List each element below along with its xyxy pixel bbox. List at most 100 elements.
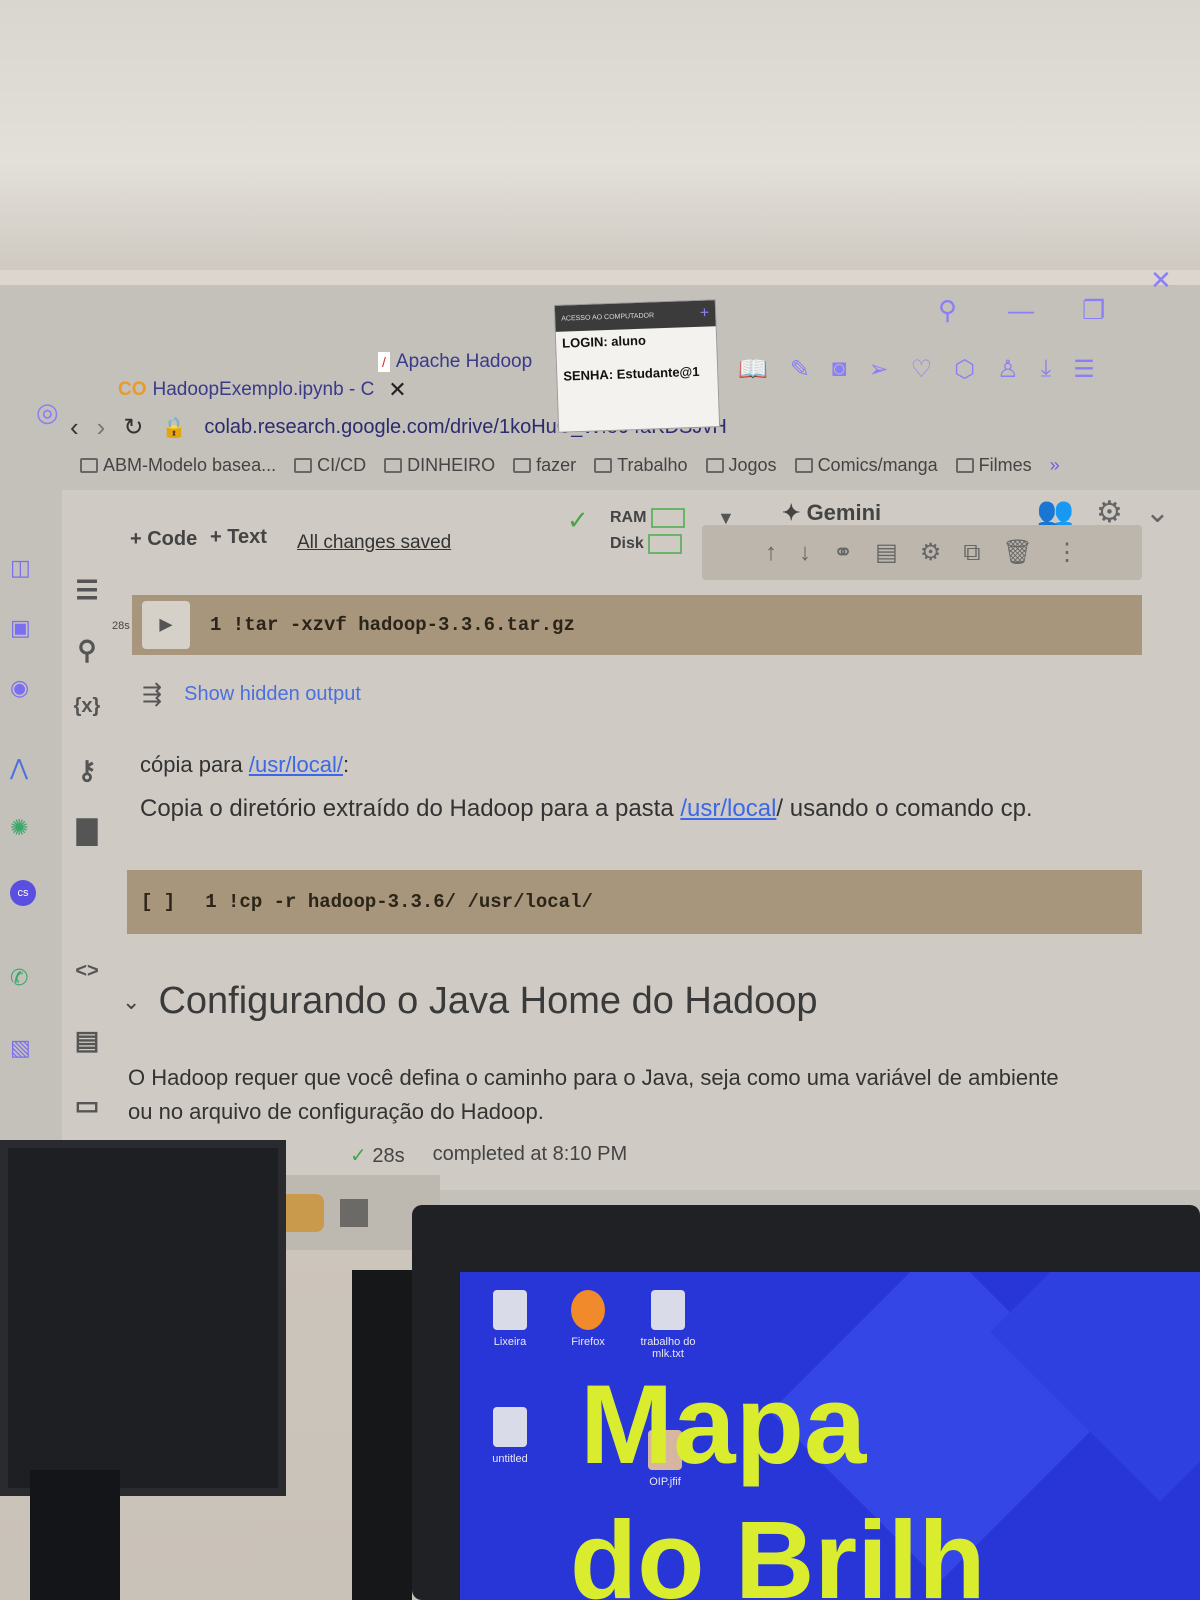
- taskbar-app-icon[interactable]: [280, 1193, 324, 1232]
- comment-icon[interactable]: ▤: [875, 538, 898, 567]
- code-text: 1 !cp -r hadoop-3.3.6/ /usr/local/: [205, 891, 593, 913]
- send-icon[interactable]: ➢: [869, 355, 889, 384]
- profile-icon[interactable]: ♙: [997, 355, 1019, 384]
- gallery-icon[interactable]: ▧: [10, 1035, 31, 1061]
- arc-icon[interactable]: ⋀: [10, 755, 28, 781]
- bookmarks-bar: ABM-Modelo basea... CI/CD DINHEIRO fazer…: [80, 455, 1060, 476]
- add-code-button[interactable]: + Code: [130, 528, 197, 551]
- cs-icon[interactable]: cs: [10, 880, 36, 906]
- feather-icon: /: [378, 352, 390, 372]
- reload-icon[interactable]: ↻: [123, 413, 143, 442]
- folder-icon: [594, 458, 613, 473]
- move-down-icon[interactable]: ↓: [799, 539, 811, 567]
- restore-icon[interactable]: ❐: [1082, 295, 1105, 326]
- cell-run-bracket[interactable]: [ ]: [141, 891, 175, 913]
- download-icon[interactable]: ⤓: [1041, 355, 1052, 384]
- back-icon[interactable]: ‹: [70, 412, 79, 443]
- folder-icon: [955, 458, 974, 473]
- search-icon[interactable]: ⚲: [938, 295, 957, 326]
- wall: [0, 0, 1200, 270]
- markdown-line-2: Copia o diretório extraído do Hadoop par…: [140, 795, 1033, 822]
- bookmark-item[interactable]: Trabalho: [594, 455, 688, 476]
- reader-icon[interactable]: 📖: [738, 355, 768, 384]
- usr-local-link[interactable]: /usr/local: [680, 795, 776, 822]
- instagram-icon[interactable]: ◉: [10, 675, 29, 701]
- desktop-icon-untitled[interactable]: untitled: [470, 1407, 550, 1465]
- menu-icon[interactable]: ☰: [1073, 355, 1095, 384]
- bookmark-item[interactable]: Filmes: [955, 455, 1032, 476]
- twitch-icon[interactable]: ▣: [10, 615, 31, 641]
- move-up-icon[interactable]: ↑: [765, 539, 777, 567]
- cell-settings-icon[interactable]: ⚙: [920, 538, 942, 567]
- search-icon[interactable]: ⚲: [70, 635, 104, 666]
- tab-label: Apache Hadoop: [395, 351, 533, 372]
- text-file-icon: [651, 1290, 685, 1330]
- bookmark-item[interactable]: DINHEIRO: [384, 455, 495, 476]
- desktop-screen: Lixeira Firefox trabalho do mlk.txt unti…: [460, 1272, 1200, 1600]
- code-cell-tar[interactable]: ▶ 1 !tar -xzvf hadoop-3.3.6.tar.gz: [132, 595, 1142, 655]
- heart-icon[interactable]: ♡: [911, 355, 933, 384]
- folder-icon: [384, 458, 403, 473]
- status-bar: ✓ 28s completed at 8:10 PM: [350, 1143, 628, 1167]
- expand-icon[interactable]: ⌄: [1145, 495, 1170, 530]
- key-icon[interactable]: ⚷: [70, 755, 104, 786]
- desktop-icon-lixeira[interactable]: Lixeira: [470, 1290, 550, 1348]
- delete-icon[interactable]: 🗑: [1002, 538, 1032, 567]
- wallpaper-text: do Brilh: [570, 1499, 986, 1600]
- table-of-contents-icon[interactable]: ☰: [70, 575, 104, 606]
- collapse-chevron-icon[interactable]: ⌄: [122, 989, 140, 1015]
- disk-bar: [648, 533, 683, 554]
- folder-icon: [705, 458, 724, 473]
- lock-icon: 🔒: [161, 416, 187, 439]
- usr-local-link[interactable]: /usr/local/: [249, 752, 343, 777]
- left-monitor: [0, 1140, 286, 1496]
- command-palette-icon[interactable]: ▤: [70, 1025, 104, 1056]
- tab-apache-hadoop[interactable]: / Apache Hadoop: [378, 351, 532, 373]
- code-snippets-icon[interactable]: <>: [70, 960, 104, 983]
- markdown-line-1: cópia para /usr/local/:: [140, 752, 350, 777]
- close-window-icon[interactable]: ✕: [1150, 265, 1172, 296]
- trash-icon: [493, 1290, 527, 1330]
- more-options-icon[interactable]: ⋮: [1055, 538, 1079, 567]
- bag-icon[interactable]: ◫: [10, 555, 31, 581]
- variables-icon[interactable]: {x}: [70, 695, 104, 718]
- bookmark-item[interactable]: fazer: [513, 455, 576, 476]
- mirror-cell-icon[interactable]: ⧉: [963, 539, 980, 567]
- bookmark-item[interactable]: CI/CD: [294, 455, 366, 476]
- save-status-link[interactable]: All changes saved: [297, 532, 451, 554]
- desktop-icon-firefox[interactable]: Firefox: [548, 1290, 628, 1348]
- gemini-button[interactable]: ✦ Gemini: [782, 500, 881, 526]
- more-bookmarks-icon[interactable]: »: [1050, 455, 1060, 476]
- bookmark-item[interactable]: Jogos: [705, 455, 777, 476]
- minimize-icon[interactable]: —: [1008, 295, 1034, 326]
- desktop-icon-trabalho[interactable]: trabalho do mlk.txt: [628, 1290, 708, 1360]
- wallpaper-text: Mapa: [580, 1362, 867, 1487]
- check-icon: ✓: [567, 505, 589, 535]
- forward-icon[interactable]: ›: [97, 412, 106, 443]
- cube-icon[interactable]: ⬡: [954, 355, 975, 384]
- firefox-icon: [571, 1290, 605, 1330]
- folder-icon: [794, 458, 813, 473]
- colab-notebook: + Code + Text All changes saved ✓ RAM Di…: [62, 490, 1200, 1190]
- resources-indicator[interactable]: RAM Disk: [610, 505, 685, 557]
- sparkle-icon: ✦: [782, 500, 801, 525]
- show-hidden-output[interactable]: ⇶ Show hidden output: [142, 680, 361, 709]
- run-cell-button[interactable]: ▶: [142, 601, 190, 649]
- chatgpt-icon[interactable]: ✺: [10, 815, 28, 841]
- code-cell-cp[interactable]: [ ] 1 !cp -r hadoop-3.3.6/ /usr/local/: [127, 870, 1142, 934]
- markdown-line-3: O Hadoop requer que você defina o caminh…: [128, 1065, 1059, 1124]
- whatsapp-icon[interactable]: ✆: [10, 965, 28, 991]
- link-icon[interactable]: ⚭: [833, 538, 853, 567]
- folder-icon: [513, 458, 532, 473]
- camera-icon[interactable]: ◙: [832, 355, 847, 384]
- add-text-button[interactable]: + Text: [210, 526, 267, 549]
- edit-icon[interactable]: ✎: [790, 355, 810, 384]
- output-icon: ⇶: [142, 681, 163, 708]
- bookmark-item[interactable]: ABM-Modelo basea...: [80, 455, 276, 476]
- cell-exec-time: 28s: [112, 620, 130, 632]
- terminal-icon[interactable]: ▭: [70, 1090, 104, 1121]
- bookmark-item[interactable]: Comics/manga: [794, 455, 938, 476]
- taskbar-window-icon[interactable]: [340, 1198, 368, 1227]
- folder-icon[interactable]: ▇: [70, 815, 104, 846]
- folder-icon: [294, 458, 313, 473]
